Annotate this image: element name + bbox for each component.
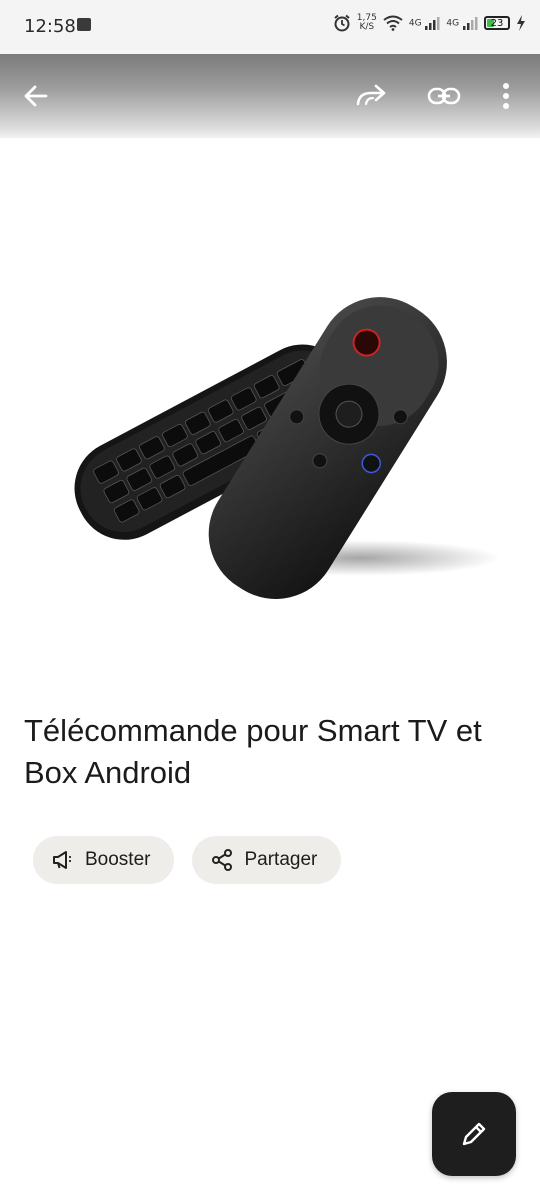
top-app-bar (0, 54, 540, 138)
battery-level: 23 (490, 17, 504, 29)
battery-indicator: 23 (484, 16, 510, 30)
product-image[interactable] (0, 138, 540, 678)
signal-bars-icon (425, 17, 440, 30)
link-icon (427, 87, 461, 105)
share-button[interactable]: Partager (192, 836, 342, 884)
product-title: Télécommande pour Smart TV et Box Androi… (24, 713, 482, 790)
network-speed: 1,75 K/S (357, 14, 377, 32)
status-time: 12:58 (24, 16, 76, 37)
alarm-icon (334, 14, 350, 32)
speed-unit: K/S (359, 22, 375, 32)
back-arrow-icon (24, 85, 48, 107)
message-icon (77, 18, 91, 31)
forward-icon (356, 84, 386, 106)
network-type-1: 4G (408, 18, 422, 29)
charging-icon (517, 15, 525, 31)
back-button[interactable] (16, 76, 56, 116)
copy-link-button[interactable] (424, 76, 464, 116)
network-type-2: 4G (446, 18, 460, 29)
more-options-button[interactable] (486, 76, 526, 116)
edit-fab[interactable] (432, 1092, 516, 1176)
boost-button[interactable]: Booster (33, 836, 175, 884)
megaphone-icon (51, 848, 75, 872)
remote-control-image (74, 297, 500, 600)
action-chips: Booster Partager (33, 836, 342, 884)
pencil-icon (462, 1122, 486, 1146)
status-icons: 1,75 K/S 4G 4G 23 (333, 14, 526, 32)
share-icon (210, 848, 234, 872)
boost-label: Booster (85, 849, 151, 870)
status-bar: 12:58 1,75 K/S 4G 4G 23 (0, 0, 540, 54)
signal-1: 4G (409, 16, 441, 30)
signal-bars-icon (463, 17, 478, 30)
wifi-icon (383, 15, 403, 31)
signal-2: 4G (446, 16, 478, 30)
forward-button[interactable] (352, 76, 392, 116)
share-label: Partager (244, 849, 318, 870)
more-vert-icon (503, 83, 509, 109)
